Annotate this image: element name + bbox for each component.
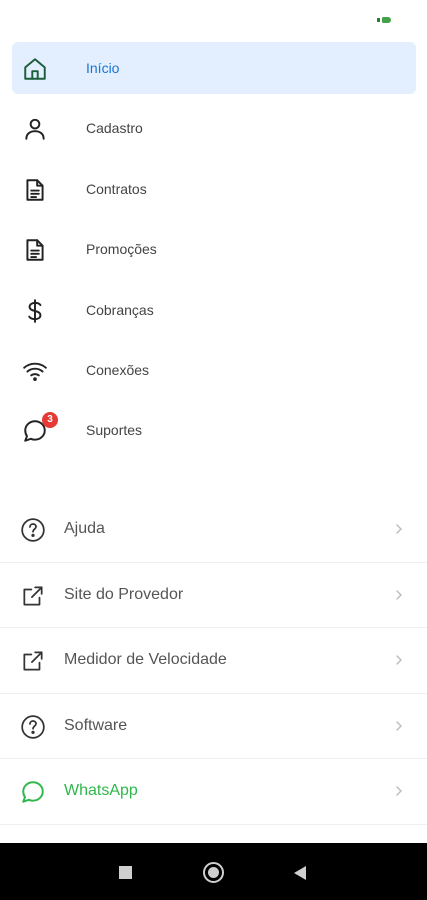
list-item-label: Medidor de Velocidade [64,651,227,669]
chevron-right-icon [394,654,404,666]
menu-item-contratos[interactable]: Contratos [12,163,416,215]
menu-item-label: Contratos [86,180,147,197]
chevron-right-icon [394,720,404,732]
drawer-menu: Início Cadastro Contratos Promoções Cobr… [0,42,427,456]
home-button[interactable] [203,862,224,883]
list-item-label: Software [64,716,128,734]
menu-item-label: Promoções [86,241,157,258]
list-item-label: Site do Provedor [64,585,184,603]
status-bar [0,0,427,40]
menu-item-label: Suportes [86,422,143,439]
links-list: Ajuda Site do Provedor Medidor de Veloci… [0,497,427,825]
list-item-medidor-velocidade[interactable]: Medidor de Velocidade [0,628,427,694]
list-item-software[interactable]: Software [0,694,427,760]
system-nav-bar [0,843,427,900]
menu-item-cobrancas[interactable]: Cobranças [12,284,416,336]
list-item-whatsapp[interactable]: WhatsApp [0,759,427,825]
menu-item-inicio[interactable]: Início [12,42,416,94]
list-item-site-provedor[interactable]: Site do Provedor [0,563,427,629]
battery-icon [377,16,391,24]
menu-item-cadastro[interactable]: Cadastro [12,102,416,154]
menu-item-promocoes[interactable]: Promoções [12,223,416,275]
chevron-right-icon [394,785,404,797]
recents-button[interactable] [119,866,132,879]
list-item-ajuda[interactable]: Ajuda [0,497,427,563]
menu-item-label: Início [86,60,120,76]
whatsapp-icon [20,779,46,805]
dollar-icon [22,298,48,324]
list-item-label: Ajuda [64,520,105,537]
menu-item-label: Cobranças [86,301,154,318]
external-link-icon [20,583,46,609]
list-item-label: WhatsApp [64,782,138,800]
home-icon [22,56,48,82]
notification-badge: 3 [42,412,58,429]
document-icon [22,177,48,203]
menu-item-label: Conexões [86,361,150,378]
wifi-icon [22,358,48,384]
back-button[interactable] [293,865,307,881]
help-icon [20,517,46,543]
external-link-icon [20,648,46,674]
help-icon [20,714,46,740]
menu-item-label: Cadastro [86,120,143,137]
user-icon [22,116,48,142]
menu-item-conexoes[interactable]: Conexões [12,344,416,396]
chevron-right-icon [394,589,404,601]
menu-item-suportes[interactable]: 3 Suportes [12,404,416,456]
document-icon [22,237,48,263]
chevron-right-icon [394,523,404,535]
